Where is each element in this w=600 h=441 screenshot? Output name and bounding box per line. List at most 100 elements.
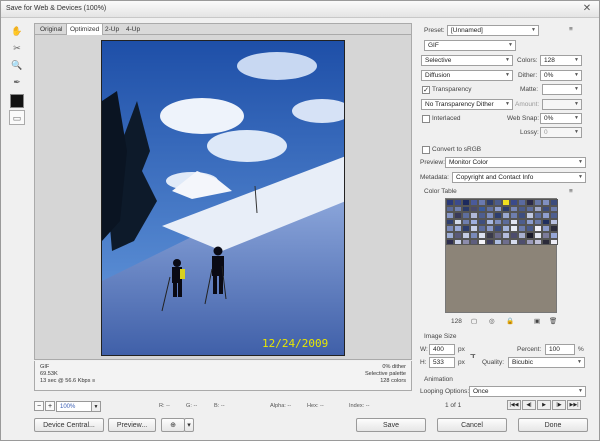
color-swatch[interactable] — [486, 212, 494, 219]
amount-select[interactable]: ▼ — [542, 99, 582, 110]
height-input[interactable]: 533 — [429, 357, 455, 368]
color-swatch[interactable] — [478, 199, 486, 206]
slice-select-tool-icon[interactable]: ✂ — [9, 41, 25, 56]
color-swatch[interactable] — [446, 199, 454, 206]
color-swatch[interactable] — [534, 212, 542, 219]
color-swatch[interactable] — [446, 212, 454, 219]
transparency-dither-select[interactable]: No Transparency Dither ▼ — [421, 99, 513, 110]
color-swatch[interactable] — [470, 231, 478, 239]
color-swatch[interactable] — [550, 218, 558, 226]
color-swatch[interactable] — [470, 218, 478, 226]
color-swatch[interactable] — [502, 238, 510, 246]
color-reduction-select[interactable]: Selective ▼ — [421, 55, 513, 66]
previous-frame-icon[interactable]: ◀| — [522, 400, 536, 410]
trash-icon[interactable]: 🗑 — [549, 317, 557, 325]
color-swatch[interactable] — [534, 205, 542, 213]
color-swatch[interactable] — [446, 205, 454, 213]
color-swatch[interactable] — [486, 238, 494, 246]
transparency-checkbox[interactable]: ✓ — [422, 86, 430, 94]
zoom-out-button[interactable]: − — [34, 401, 44, 411]
color-swatch[interactable] — [470, 238, 478, 246]
metadata-select[interactable]: Copyright and Contact Info ▼ — [452, 172, 586, 183]
color-swatch[interactable] — [526, 205, 534, 213]
color-swatch[interactable] — [510, 205, 518, 213]
color-swatch[interactable] — [470, 225, 478, 232]
websnap-select[interactable]: 0% ▼ — [540, 113, 582, 124]
color-swatch[interactable] — [510, 218, 518, 226]
color-table[interactable] — [445, 198, 558, 313]
color-swatch[interactable] — [470, 205, 478, 213]
color-swatch[interactable] — [454, 212, 462, 219]
color-swatch[interactable] — [534, 231, 542, 239]
color-swatch[interactable] — [478, 205, 486, 213]
color-swatch[interactable] — [542, 199, 550, 206]
dither-algorithm-select[interactable]: Diffusion ▼ — [421, 70, 513, 81]
color-swatch[interactable] — [550, 205, 558, 213]
color-swatch[interactable] — [454, 225, 462, 232]
color-swatch[interactable] — [462, 212, 470, 219]
color-swatch[interactable] — [526, 238, 534, 246]
color-swatch[interactable] — [486, 231, 494, 239]
next-frame-icon[interactable]: |▶ — [552, 400, 566, 410]
color-swatch[interactable] — [494, 212, 502, 219]
tab-optimized[interactable]: Optimized — [66, 24, 104, 35]
convert-srgb-checkbox[interactable] — [422, 146, 430, 154]
color-swatch[interactable] — [518, 225, 526, 232]
color-swatch[interactable] — [526, 218, 534, 226]
close-icon[interactable]: ✕ — [580, 3, 594, 15]
color-swatch[interactable] — [510, 238, 518, 246]
color-swatch[interactable] — [518, 199, 526, 206]
color-swatch[interactable] — [454, 218, 462, 226]
color-swatch[interactable] — [518, 231, 526, 239]
toggle-slices-icon[interactable]: ▭ — [9, 110, 25, 125]
browser-icon[interactable]: ⊕ — [161, 418, 185, 432]
color-swatch[interactable] — [526, 231, 534, 239]
save-button[interactable]: Save — [356, 418, 426, 432]
eyedropper-tool-icon[interactable]: ✒ — [9, 75, 25, 90]
panel-menu-icon[interactable]: ≡ — [569, 26, 573, 33]
color-swatch[interactable] — [550, 231, 558, 239]
color-swatch[interactable] — [534, 238, 542, 246]
color-swatch[interactable] — [550, 199, 558, 206]
color-swatch[interactable] — [510, 231, 518, 239]
color-swatch[interactable] — [446, 231, 454, 239]
tab-4-up[interactable]: 4-Up — [123, 24, 143, 35]
preview-canvas[interactable]: 12/24/2009 — [34, 35, 412, 360]
tab-original[interactable]: Original — [37, 24, 65, 35]
color-swatch[interactable] — [494, 199, 502, 206]
tab-2-up[interactable]: 2-Up — [102, 24, 122, 35]
color-swatch[interactable] — [446, 238, 454, 246]
download-menu-icon[interactable]: ≡ — [92, 378, 95, 384]
color-swatch[interactable] — [534, 225, 542, 232]
new-color-icon[interactable]: ▣ — [534, 317, 540, 325]
dither-amount-select[interactable]: 0% ▼ — [540, 70, 582, 81]
color-swatch[interactable] — [462, 225, 470, 232]
map-transparent-icon[interactable]: ▢ — [471, 317, 477, 325]
color-swatch[interactable] — [494, 238, 502, 246]
color-swatch[interactable] — [494, 218, 502, 226]
color-table-menu-icon[interactable]: ≡ — [569, 188, 573, 195]
chevron-down-icon[interactable]: ▼ — [91, 401, 101, 412]
color-swatch[interactable] — [526, 225, 534, 232]
quality-select[interactable]: Bicubic ▼ — [508, 357, 585, 368]
color-swatch[interactable] — [478, 225, 486, 232]
first-frame-icon[interactable]: |◀◀ — [507, 400, 521, 410]
color-swatch[interactable] — [494, 205, 502, 213]
color-swatch[interactable] — [550, 238, 558, 246]
zoom-tool-icon[interactable]: 🔍 — [9, 58, 25, 73]
color-swatch[interactable] — [462, 199, 470, 206]
color-swatch[interactable] — [542, 212, 550, 219]
color-swatch[interactable] — [542, 238, 550, 246]
color-swatch[interactable] — [502, 199, 510, 206]
color-swatch[interactable] — [518, 238, 526, 246]
matte-select[interactable]: ▼ — [542, 84, 582, 95]
lossy-select[interactable]: 0 ▼ — [540, 127, 582, 138]
device-central-button[interactable]: Device Central... — [34, 418, 104, 432]
done-button[interactable]: Done — [518, 418, 588, 432]
color-swatch[interactable] — [550, 212, 558, 219]
format-select[interactable]: GIF ▼ — [424, 40, 516, 51]
width-input[interactable]: 400 — [429, 344, 455, 355]
color-swatch[interactable] — [470, 212, 478, 219]
web-shift-icon[interactable]: ◎ — [489, 317, 495, 325]
color-swatch[interactable] — [542, 225, 550, 232]
